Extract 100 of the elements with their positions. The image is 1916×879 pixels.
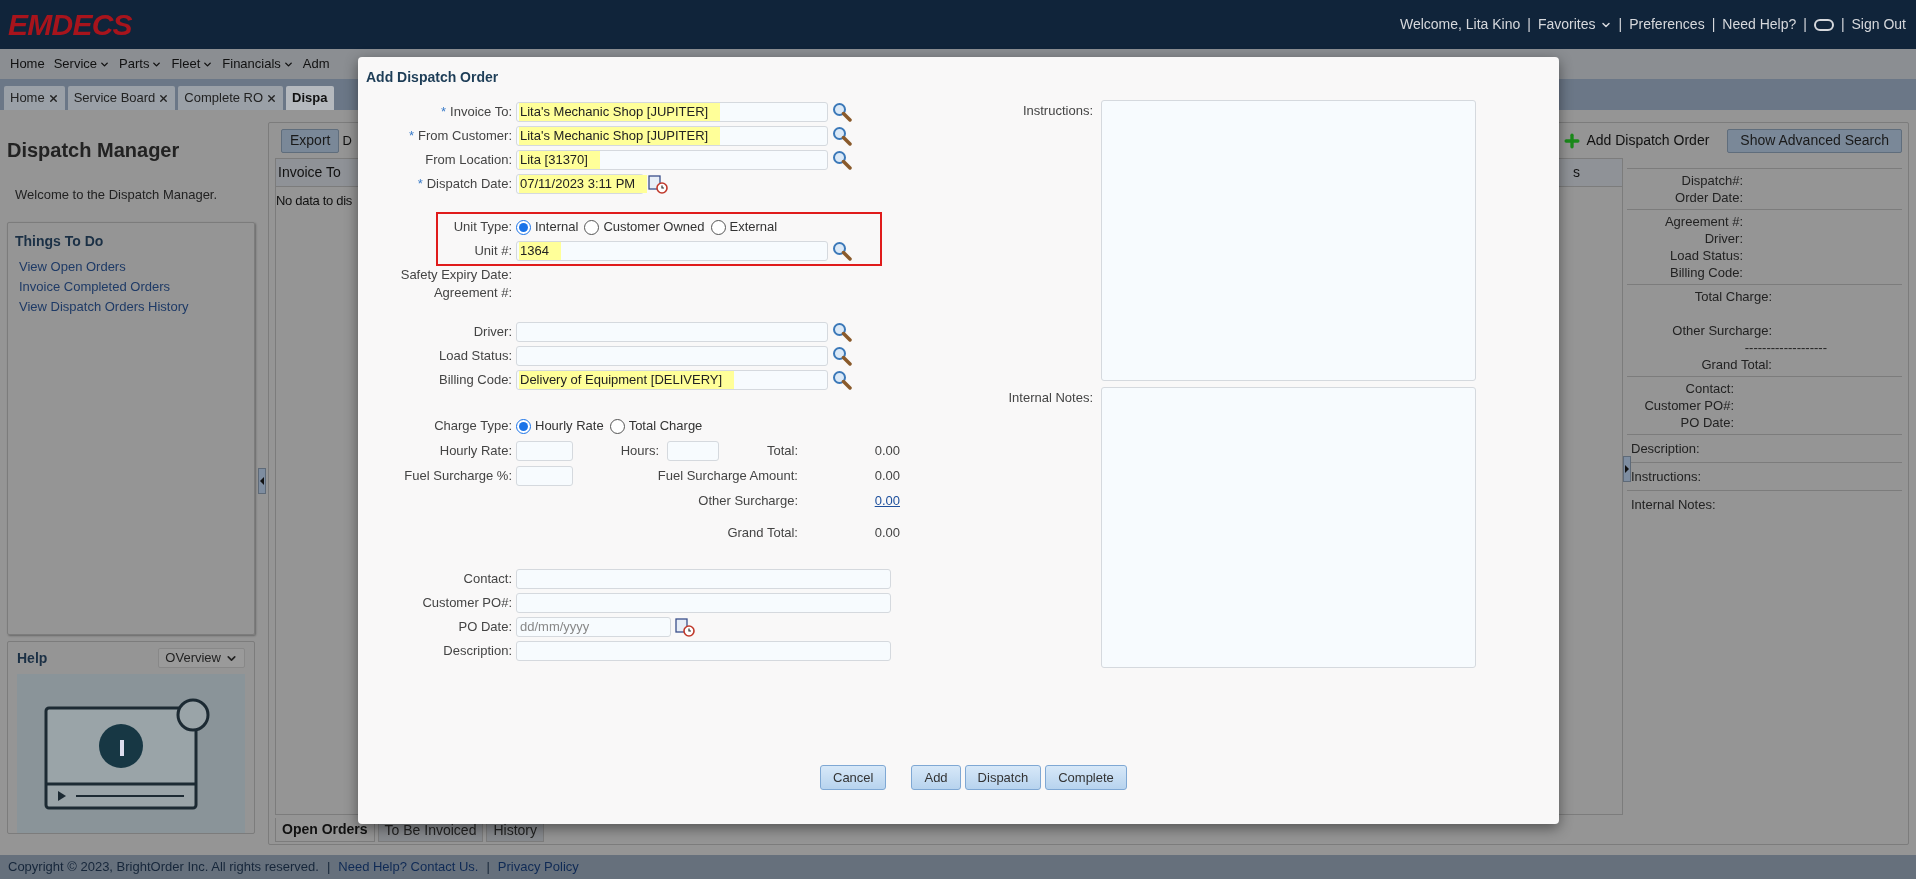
date-field[interactable]: 07/11/2023 3:11 PM [516,174,644,194]
field-label: From Location: [425,151,512,170]
search-icon[interactable] [832,370,852,390]
task-link[interactable]: Invoice Completed Orders [19,276,247,297]
field-label: Hours: [620,441,659,460]
empty-message: No data to dis [276,192,353,210]
menu-item[interactable]: Fleet [171,54,214,74]
field-label: Agreement #: [433,284,512,303]
radio-button[interactable] [609,418,625,434]
search-icon[interactable] [832,241,852,261]
dialog-title: Add Dispatch Order [366,69,499,85]
separator: | [1803,15,1807,34]
search-icon[interactable] [832,126,852,146]
detail-label: Load Status: [1670,247,1743,264]
menu-item[interactable]: Parts [119,54,163,74]
input-field[interactable] [516,440,573,461]
input-field[interactable]: 1364 [516,241,828,261]
field-label: PO Date: [458,618,512,637]
radio-button[interactable] [710,219,726,235]
input-field[interactable] [516,593,891,613]
menu-item[interactable]: Adm [302,54,330,74]
search-icon[interactable] [832,322,852,342]
input-field[interactable] [516,346,828,366]
search-icon[interactable] [832,102,852,122]
welcome-text: Welcome to the Dispatch Manager. [15,186,219,204]
menu-item[interactable]: Home [10,54,45,74]
export-button[interactable]: Export [281,128,340,153]
add-order-link[interactable]: Add Dispatch Order [1562,130,1710,151]
detail-label: Billing Code: [1670,264,1743,281]
advanced-search-button[interactable]: Show Advanced Search [1727,128,1902,153]
input-field[interactable]: Lita [31370] [516,150,828,170]
tab[interactable]: Dispa [286,86,334,110]
detail-label: Internal Notes: [1631,496,1716,513]
field-label: * Dispatch Date: [417,175,512,194]
close-icon[interactable] [158,92,170,104]
field-label: Other Surcharge: [698,491,798,510]
tab[interactable]: Open Orders [275,818,375,842]
field-label: Customer PO#: [422,594,512,613]
input-field[interactable] [516,569,891,589]
header-link[interactable]: Preferences [1629,14,1705,35]
field-label: * From Customer: [409,127,512,146]
amount-value: 0.00 [874,523,900,542]
field-label: Total: [766,441,798,460]
input-field[interactable]: Delivery of Equipment [DELIVERY] [516,370,828,390]
field-label: Unit #: [474,242,512,261]
search-icon[interactable] [832,150,852,170]
input-field[interactable]: Lita's Mechanic Shop [JUPITER] [516,126,828,146]
field-label: Grand Total: [727,523,798,542]
field-label: Driver: [473,323,512,342]
column-header[interactable]: s [1573,162,1620,183]
search-icon[interactable] [832,346,852,366]
amount-value: 0.00 [874,466,900,485]
input-field[interactable]: Lita's Mechanic Shop [JUPITER] [516,102,828,122]
task-link[interactable]: View Dispatch Orders History [19,296,247,317]
header-link[interactable]: Need Help? [1722,14,1797,35]
task-link[interactable]: View Open Orders [19,256,247,277]
column-header[interactable]: Invoice To [278,162,341,183]
detail-label: Agreement #: [1664,213,1743,230]
collapse-handle[interactable] [1623,456,1631,482]
amount-value: 0.00 [874,441,900,460]
welcome-text: Welcome, Lita Kino [1399,15,1521,34]
calendar-clock-icon[interactable] [675,617,695,637]
close-icon[interactable] [266,92,278,104]
close-icon[interactable] [47,92,59,104]
input-field[interactable] [516,322,828,342]
tab[interactable]: Service Board [67,86,176,110]
cancel-button[interactable]: Cancel [820,765,887,790]
menu-item[interactable]: Financials [222,54,294,74]
header-link[interactable]: Favorites [1537,14,1612,35]
detail-label: Instructions: [1631,468,1702,485]
select-field[interactable]: OVerview [158,648,245,668]
separator: | [1527,15,1531,34]
toggle-icon[interactable] [1813,18,1834,31]
menu-item[interactable]: Service [53,54,111,74]
field-label: Fuel Surcharge %: [404,466,512,485]
field-label: Instructions: [1022,102,1093,120]
detail-label: Total Charge: [1694,288,1772,305]
radio-button[interactable] [516,418,531,434]
action-button[interactable]: Add [911,765,961,790]
field-label: Charge Type: [434,417,512,436]
radio-label: Internal [535,218,579,237]
date-field[interactable]: dd/mm/yyyy [516,617,671,637]
field-label: Contact: [463,570,512,589]
field-label: Billing Code: [439,371,512,390]
radio-button[interactable] [516,219,531,235]
input-field[interactable] [516,465,573,486]
calendar-clock-icon[interactable] [648,174,668,194]
action-button[interactable]: Complete [1045,765,1127,790]
tab[interactable]: Home [4,86,65,110]
radio-button[interactable] [584,219,600,235]
collapse-handle[interactable] [258,468,266,494]
action-button[interactable]: Dispatch [964,765,1042,790]
input-field[interactable] [667,440,719,461]
input-field[interactable] [516,641,891,661]
header-link[interactable]: Sign Out [1851,14,1906,35]
detail-label: Order Date: [1675,189,1743,206]
tab[interactable]: Complete RO [178,86,284,110]
radio-label: External [729,218,778,237]
amount-link[interactable]: 0.00 [874,490,900,511]
separator: | [486,858,490,877]
